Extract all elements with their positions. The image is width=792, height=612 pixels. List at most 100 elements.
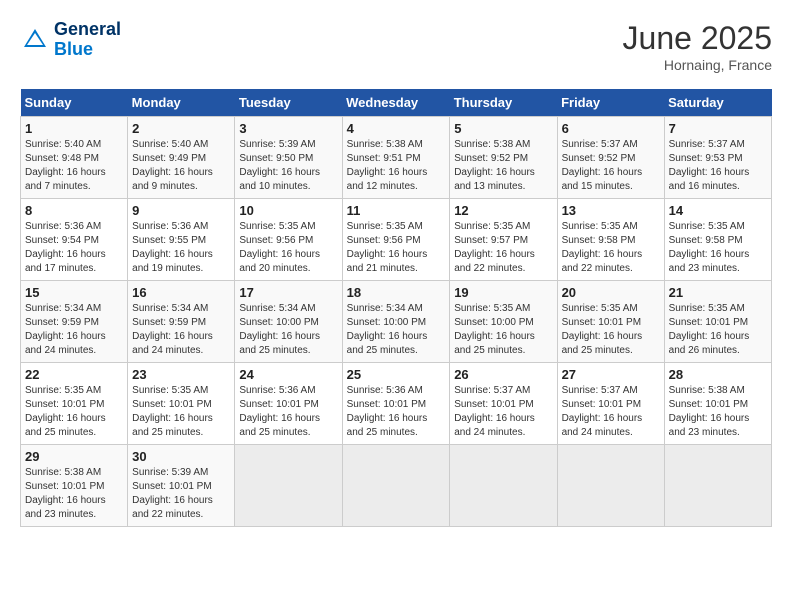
day-info: Sunrise: 5:39 AM Sunset: 10:01 PM Daylig… <box>132 466 230 522</box>
calendar-cell: 9 Sunrise: 5:36 AM Sunset: 9:55 PM Dayli… <box>128 199 235 281</box>
day-number: 28 <box>669 367 767 382</box>
day-info: Sunrise: 5:40 AM Sunset: 9:49 PM Dayligh… <box>132 138 230 194</box>
calendar-cell: 2 Sunrise: 5:40 AM Sunset: 9:49 PM Dayli… <box>128 117 235 199</box>
calendar-cell: 1 Sunrise: 5:40 AM Sunset: 9:48 PM Dayli… <box>21 117 128 199</box>
day-info: Sunrise: 5:37 AM Sunset: 9:52 PM Dayligh… <box>562 138 660 194</box>
calendar-cell: 7 Sunrise: 5:37 AM Sunset: 9:53 PM Dayli… <box>664 117 771 199</box>
calendar-cell <box>342 445 450 527</box>
day-info: Sunrise: 5:35 AM Sunset: 10:00 PM Daylig… <box>454 302 552 358</box>
day-number: 1 <box>25 121 123 136</box>
calendar-cell: 8 Sunrise: 5:36 AM Sunset: 9:54 PM Dayli… <box>21 199 128 281</box>
calendar-cell: 12 Sunrise: 5:35 AM Sunset: 9:57 PM Dayl… <box>450 199 557 281</box>
calendar-header-thursday: Thursday <box>450 89 557 117</box>
day-info: Sunrise: 5:39 AM Sunset: 9:50 PM Dayligh… <box>239 138 337 194</box>
calendar-cell: 26 Sunrise: 5:37 AM Sunset: 10:01 PM Day… <box>450 363 557 445</box>
calendar-week-row: 8 Sunrise: 5:36 AM Sunset: 9:54 PM Dayli… <box>21 199 772 281</box>
day-info: Sunrise: 5:34 AM Sunset: 9:59 PM Dayligh… <box>25 302 123 358</box>
calendar-cell <box>664 445 771 527</box>
calendar-cell: 10 Sunrise: 5:35 AM Sunset: 9:56 PM Dayl… <box>235 199 342 281</box>
day-number: 4 <box>347 121 446 136</box>
day-number: 2 <box>132 121 230 136</box>
calendar-cell: 16 Sunrise: 5:34 AM Sunset: 9:59 PM Dayl… <box>128 281 235 363</box>
day-info: Sunrise: 5:35 AM Sunset: 9:56 PM Dayligh… <box>347 220 446 276</box>
logo-text: GeneralBlue <box>54 20 121 60</box>
day-number: 9 <box>132 203 230 218</box>
day-number: 11 <box>347 203 446 218</box>
day-number: 23 <box>132 367 230 382</box>
month-title: June 2025 <box>623 20 772 57</box>
day-info: Sunrise: 5:37 AM Sunset: 9:53 PM Dayligh… <box>669 138 767 194</box>
calendar-header-monday: Monday <box>128 89 235 117</box>
calendar-cell: 24 Sunrise: 5:36 AM Sunset: 10:01 PM Day… <box>235 363 342 445</box>
day-number: 27 <box>562 367 660 382</box>
calendar-cell: 14 Sunrise: 5:35 AM Sunset: 9:58 PM Dayl… <box>664 199 771 281</box>
day-info: Sunrise: 5:34 AM Sunset: 10:00 PM Daylig… <box>347 302 446 358</box>
day-info: Sunrise: 5:34 AM Sunset: 10:00 PM Daylig… <box>239 302 337 358</box>
day-info: Sunrise: 5:36 AM Sunset: 9:55 PM Dayligh… <box>132 220 230 276</box>
calendar-header-wednesday: Wednesday <box>342 89 450 117</box>
day-number: 24 <box>239 367 337 382</box>
calendar-cell: 5 Sunrise: 5:38 AM Sunset: 9:52 PM Dayli… <box>450 117 557 199</box>
calendar-cell: 18 Sunrise: 5:34 AM Sunset: 10:00 PM Day… <box>342 281 450 363</box>
day-info: Sunrise: 5:38 AM Sunset: 10:01 PM Daylig… <box>669 384 767 440</box>
day-number: 29 <box>25 449 123 464</box>
calendar-cell: 25 Sunrise: 5:36 AM Sunset: 10:01 PM Day… <box>342 363 450 445</box>
day-info: Sunrise: 5:37 AM Sunset: 10:01 PM Daylig… <box>562 384 660 440</box>
calendar-week-row: 15 Sunrise: 5:34 AM Sunset: 9:59 PM Dayl… <box>21 281 772 363</box>
day-info: Sunrise: 5:36 AM Sunset: 10:01 PM Daylig… <box>347 384 446 440</box>
calendar-cell: 4 Sunrise: 5:38 AM Sunset: 9:51 PM Dayli… <box>342 117 450 199</box>
day-info: Sunrise: 5:35 AM Sunset: 9:58 PM Dayligh… <box>669 220 767 276</box>
calendar-week-row: 22 Sunrise: 5:35 AM Sunset: 10:01 PM Day… <box>21 363 772 445</box>
day-number: 3 <box>239 121 337 136</box>
logo-icon <box>20 25 50 55</box>
calendar-cell: 21 Sunrise: 5:35 AM Sunset: 10:01 PM Day… <box>664 281 771 363</box>
calendar-week-row: 1 Sunrise: 5:40 AM Sunset: 9:48 PM Dayli… <box>21 117 772 199</box>
calendar-cell: 23 Sunrise: 5:35 AM Sunset: 10:01 PM Day… <box>128 363 235 445</box>
calendar-cell: 3 Sunrise: 5:39 AM Sunset: 9:50 PM Dayli… <box>235 117 342 199</box>
day-info: Sunrise: 5:35 AM Sunset: 9:58 PM Dayligh… <box>562 220 660 276</box>
calendar-cell: 28 Sunrise: 5:38 AM Sunset: 10:01 PM Day… <box>664 363 771 445</box>
day-number: 7 <box>669 121 767 136</box>
day-info: Sunrise: 5:36 AM Sunset: 10:01 PM Daylig… <box>239 384 337 440</box>
day-number: 25 <box>347 367 446 382</box>
calendar-cell: 11 Sunrise: 5:35 AM Sunset: 9:56 PM Dayl… <box>342 199 450 281</box>
calendar-cell: 30 Sunrise: 5:39 AM Sunset: 10:01 PM Day… <box>128 445 235 527</box>
calendar-cell: 27 Sunrise: 5:37 AM Sunset: 10:01 PM Day… <box>557 363 664 445</box>
day-number: 13 <box>562 203 660 218</box>
calendar-cell: 13 Sunrise: 5:35 AM Sunset: 9:58 PM Dayl… <box>557 199 664 281</box>
calendar-header-tuesday: Tuesday <box>235 89 342 117</box>
day-info: Sunrise: 5:36 AM Sunset: 9:54 PM Dayligh… <box>25 220 123 276</box>
day-number: 17 <box>239 285 337 300</box>
day-info: Sunrise: 5:35 AM Sunset: 10:01 PM Daylig… <box>669 302 767 358</box>
day-info: Sunrise: 5:35 AM Sunset: 10:01 PM Daylig… <box>25 384 123 440</box>
day-number: 6 <box>562 121 660 136</box>
calendar-cell: 6 Sunrise: 5:37 AM Sunset: 9:52 PM Dayli… <box>557 117 664 199</box>
calendar-cell: 15 Sunrise: 5:34 AM Sunset: 9:59 PM Dayl… <box>21 281 128 363</box>
day-info: Sunrise: 5:40 AM Sunset: 9:48 PM Dayligh… <box>25 138 123 194</box>
calendar-header-saturday: Saturday <box>664 89 771 117</box>
day-number: 8 <box>25 203 123 218</box>
title-block: June 2025 Hornaing, France <box>623 20 772 73</box>
day-info: Sunrise: 5:35 AM Sunset: 9:56 PM Dayligh… <box>239 220 337 276</box>
day-number: 5 <box>454 121 552 136</box>
day-info: Sunrise: 5:38 AM Sunset: 9:52 PM Dayligh… <box>454 138 552 194</box>
calendar-cell: 22 Sunrise: 5:35 AM Sunset: 10:01 PM Day… <box>21 363 128 445</box>
day-number: 22 <box>25 367 123 382</box>
calendar-header-sunday: Sunday <box>21 89 128 117</box>
day-info: Sunrise: 5:38 AM Sunset: 10:01 PM Daylig… <box>25 466 123 522</box>
day-number: 14 <box>669 203 767 218</box>
calendar-header-friday: Friday <box>557 89 664 117</box>
day-number: 12 <box>454 203 552 218</box>
day-info: Sunrise: 5:37 AM Sunset: 10:01 PM Daylig… <box>454 384 552 440</box>
day-number: 18 <box>347 285 446 300</box>
calendar-body: 1 Sunrise: 5:40 AM Sunset: 9:48 PM Dayli… <box>21 117 772 527</box>
day-number: 19 <box>454 285 552 300</box>
page-header: GeneralBlue June 2025 Hornaing, France <box>20 20 772 73</box>
calendar-table: SundayMondayTuesdayWednesdayThursdayFrid… <box>20 89 772 527</box>
location: Hornaing, France <box>623 57 772 73</box>
day-number: 10 <box>239 203 337 218</box>
calendar-week-row: 29 Sunrise: 5:38 AM Sunset: 10:01 PM Day… <box>21 445 772 527</box>
day-number: 15 <box>25 285 123 300</box>
calendar-cell <box>235 445 342 527</box>
day-number: 21 <box>669 285 767 300</box>
